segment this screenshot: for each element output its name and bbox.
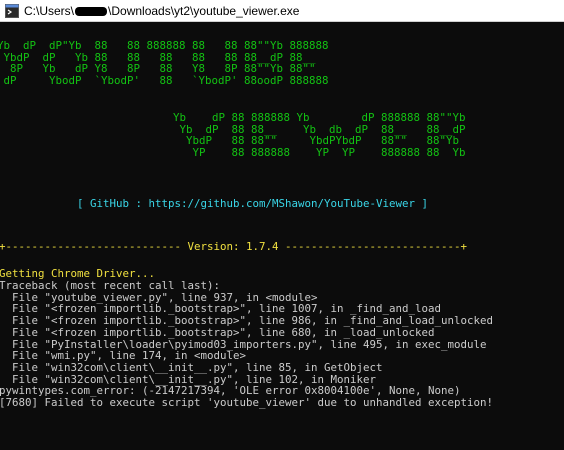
traceback-text: Traceback (most recent call last): File …	[0, 279, 494, 410]
redacted-username	[75, 7, 108, 17]
console-icon	[5, 4, 19, 18]
banner-art-viewer: Yb dP 88 888888 Yb dP 888888 88""Yb Yb d…	[173, 111, 466, 160]
window-titlebar[interactable]: C:\Users\ \Downloads\yt2\youtube_viewer.e…	[0, 0, 564, 22]
console-output[interactable]: Yb dP dP"Yb 88 88 888888 88 88 88""Yb 88…	[0, 22, 564, 450]
window-title-prefix: C:\Users\	[24, 4, 75, 18]
banner-art-youtube: Yb dP dP"Yb 88 88 888888 88 88 88""Yb 88…	[0, 39, 329, 88]
version-line: +--------------------------- Version: 1.…	[0, 240, 468, 253]
window-title-suffix: \Downloads\yt2\youtube_viewer.exe	[108, 4, 300, 18]
status-line: Getting Chrome Driver...	[0, 267, 156, 280]
github-link-line: [ GitHub : https://github.com/MShawon/Yo…	[77, 197, 429, 210]
window-title: C:\Users\ \Downloads\yt2\youtube_viewer.e…	[24, 4, 299, 18]
